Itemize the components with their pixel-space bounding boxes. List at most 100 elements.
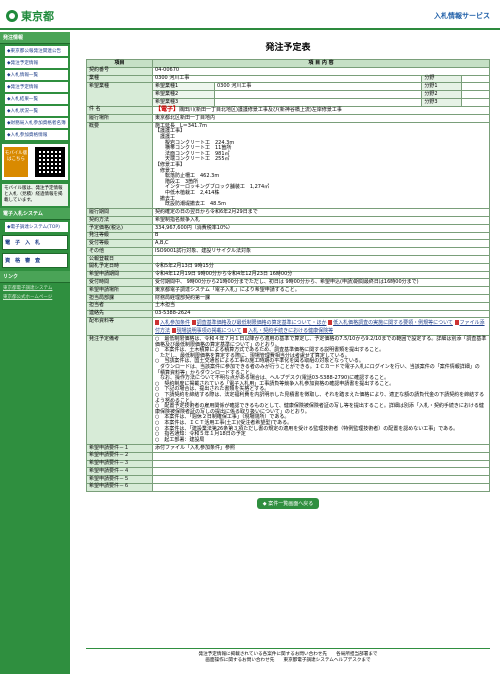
link-official-site[interactable]: 東京都公式ホームページ bbox=[2, 293, 68, 301]
apply-method-value: 東京都電子調達システム「電子入札」により希望申請すること。 bbox=[152, 286, 490, 295]
tel-value: 03-5388-2624 bbox=[152, 309, 490, 319]
sidebar-section-orders: 発注情報 bbox=[0, 32, 70, 44]
logo-text: 東京都 bbox=[21, 10, 54, 23]
hope-2-label: 希望業種2 bbox=[152, 90, 215, 99]
doc-link-1[interactable]: 入札参加条件 bbox=[160, 320, 190, 326]
accept-value: A,B,C bbox=[152, 239, 490, 249]
sidebar-item-bid-results[interactable]: ◆入札結果一覧 bbox=[2, 94, 68, 104]
notes-label: 発注予定備考 bbox=[86, 335, 153, 445]
pdf-icon bbox=[155, 319, 159, 325]
doc-link-5[interactable]: 現場説明事項の掲載について bbox=[177, 328, 242, 334]
ebid-button[interactable]: 電 子 入 札 bbox=[2, 235, 68, 250]
sidebar-item-bid-list[interactable]: ◆入札情報一覧 bbox=[2, 70, 68, 80]
sidebar-item-qualification[interactable]: ◆入札参加資格情報 bbox=[2, 130, 68, 140]
subject-value: 隅田川(新田一丁目北地区)護護修景工事及び(新神谷橋上流)左岸修景工事 bbox=[179, 107, 342, 114]
contract-no-value: 04-00670 bbox=[152, 66, 490, 76]
accept-period-value: 受付期間中、 9時00分から21時00分までただし、初日は 9時00分から、希望… bbox=[152, 278, 490, 288]
mobile-badge[interactable]: モバイル版はこちら bbox=[4, 147, 28, 177]
period-value: 契約確定の日の翌日から令和6年2月29日まで bbox=[152, 208, 490, 218]
sidebar-item-ebid-top[interactable]: ◆電子調達システム(TOP) bbox=[2, 222, 68, 232]
field-1-label: 分野1 bbox=[421, 82, 463, 92]
sidebar-section-ebid: 電子入札システム bbox=[0, 208, 70, 220]
field-1-value bbox=[461, 82, 490, 92]
field-2-value bbox=[461, 90, 490, 99]
req6-value bbox=[152, 482, 490, 492]
sidebar-item-gazette[interactable]: ◆東京都公報発注関連公告 bbox=[2, 46, 68, 56]
place-value: 東京都北区新田一丁目地内 bbox=[152, 114, 490, 124]
sidebar-item-qualified-list[interactable]: ◆財務局入札参加資格者名簿 bbox=[2, 118, 68, 128]
accept-label: 受付等級 bbox=[86, 239, 153, 249]
open-value: 令和5年2月13日 9時15分 bbox=[152, 262, 490, 272]
subject-cell: 【電子】隅田川(新田一丁目北地区)護護修景工事及び(新神谷橋上流)左岸修景工事 bbox=[152, 105, 490, 116]
sidebar-item-bid-status[interactable]: ◆入札状況一覧 bbox=[2, 106, 68, 116]
field-label: 分野 bbox=[421, 74, 463, 84]
person-label: 担当者 bbox=[86, 301, 153, 311]
back-to-list-button[interactable]: ◆ 案件一覧画面へ戻る bbox=[256, 497, 320, 509]
sidebar-item-order-plan[interactable]: ◆発注予定情報 bbox=[2, 58, 68, 68]
req4-label: 希望申請要件－４ bbox=[86, 467, 153, 477]
order-plan-table: 項目 項 目 内 容 契約番号 04-00670 業種 0300 河川工事 分野… bbox=[86, 59, 490, 492]
req2-label: 希望申請要件－２ bbox=[86, 451, 153, 461]
mobile-panel[interactable]: モバイル版はこちら bbox=[2, 144, 68, 180]
sidebar-item-order-plan-2[interactable]: ◆発注予定情報 bbox=[2, 82, 68, 92]
req1-value: 添付ファイル「入札参加条件」参照 bbox=[152, 443, 490, 453]
price-value: 334,967,600円（消費税率10%） bbox=[152, 223, 490, 233]
apply-method-label: 希望申請場所 bbox=[86, 286, 153, 295]
qr-code-icon bbox=[35, 147, 65, 177]
pdf-icon bbox=[454, 319, 459, 325]
req3-label: 希望申請要件－３ bbox=[86, 459, 153, 469]
pdf-icon bbox=[171, 327, 176, 333]
hope-label: 希望業種 bbox=[86, 82, 153, 107]
business-value: 0300 河川工事 bbox=[151, 74, 423, 84]
doc-link-3[interactable]: 低入札価格調査の実施に関する要領・例規等について bbox=[333, 320, 453, 326]
footer: 発注予定情報に掲載されている各案件に関するお問い合わせ先 各局所担当部署まで 画… bbox=[86, 648, 490, 664]
contract-no-label: 契約番号 bbox=[86, 66, 153, 76]
main-content: 発注予定表 項目 項 目 内 容 契約番号 04-00670 業種 0300 河… bbox=[86, 32, 490, 509]
other-value: ISO9001試行対象、建設リサイクル法対象 bbox=[152, 247, 490, 257]
req3-value bbox=[152, 459, 490, 469]
place-label: 履行場所 bbox=[86, 114, 153, 124]
grade-value: B bbox=[152, 231, 490, 241]
subject-badge: 【電子】 bbox=[155, 106, 180, 114]
accept-period-label: 受付時間 bbox=[86, 278, 153, 288]
page-title: 発注予定表 bbox=[265, 43, 311, 53]
link-procurement[interactable]: 東京都電子調達システム bbox=[2, 284, 68, 292]
pdf-icon bbox=[191, 319, 196, 325]
docs-label: 配布資料等 bbox=[86, 317, 153, 337]
hope-1-label: 希望業種1 bbox=[152, 82, 215, 92]
hope-2-value bbox=[213, 90, 423, 99]
apply-value: 令和4年12月19日 9時00分から令和4年12月23日 16時00分 bbox=[152, 270, 490, 280]
req4-value bbox=[152, 467, 490, 477]
other-label: その他 bbox=[86, 247, 153, 257]
doc-link-2[interactable]: 調査基準価格及び最低制限価格の算定基準について・ほか bbox=[197, 320, 327, 326]
field-2-label: 分野2 bbox=[421, 90, 463, 99]
col-content-header: 項 目 内 容 bbox=[152, 59, 490, 68]
doc-link-6[interactable]: 入札・契約手続きにおける健康保険等 bbox=[248, 328, 333, 334]
summary-label: 概要 bbox=[86, 122, 153, 210]
dept-value: 財務局経理部契約第一課 bbox=[152, 293, 490, 303]
field-3-label: 分野3 bbox=[421, 97, 463, 107]
business-label: 業種 bbox=[86, 74, 153, 84]
qualification-button[interactable]: 資 格 審 査 bbox=[2, 253, 68, 268]
open-label: 開札予定日時 bbox=[86, 262, 153, 272]
tokyo-ginkgo-icon bbox=[6, 10, 18, 22]
tel-label: 連絡先 bbox=[86, 309, 153, 319]
req5-value bbox=[152, 475, 490, 484]
field-3-value bbox=[461, 97, 490, 107]
method-value: 希望制指名競争入札 bbox=[152, 216, 490, 225]
req6-label: 希望申請要件－６ bbox=[86, 482, 153, 492]
period-label: 履行期間 bbox=[86, 208, 153, 218]
field-value bbox=[461, 74, 490, 84]
footer-line-2: 画面操作に関するお問い合わせ先 東京都電子調達システムヘルプデスクまで bbox=[205, 658, 371, 663]
grade-label: 発注等級 bbox=[86, 231, 153, 241]
back-button-wrap: ◆ 案件一覧画面へ戻る bbox=[86, 497, 490, 509]
apply-label: 希望申請期間 bbox=[86, 270, 153, 280]
method-label: 契約方法 bbox=[86, 216, 153, 225]
subject-label: 件 名 bbox=[86, 105, 153, 116]
docs-cell: 入札参加条件 調査基準価格及び最低制限価格の算定基準について・ほか 低入札価格調… bbox=[152, 317, 490, 337]
person-value: 土木担当 bbox=[152, 301, 490, 311]
tokyo-logo[interactable]: 東京都 bbox=[6, 8, 54, 24]
sidebar-section-links: リンク bbox=[0, 271, 70, 283]
summary-value: 施工延長 L＝341.7m 【護護工事】 護護工 擬岩コンクリート工 224.3… bbox=[152, 122, 490, 210]
hope-3-value bbox=[213, 97, 423, 107]
